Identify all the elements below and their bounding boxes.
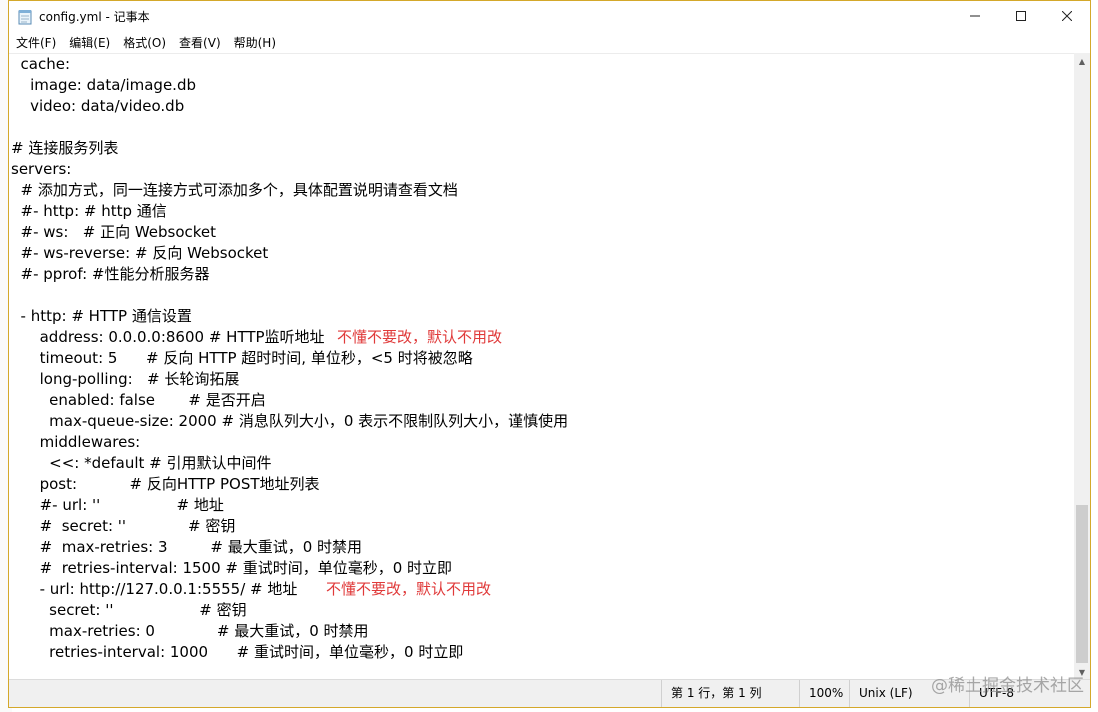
code-line: cache:	[11, 55, 71, 73]
annotation-note: 不懂不要改，默认不用改	[326, 580, 492, 598]
code-line: image: data/image.db	[11, 76, 196, 94]
code-line: #- pprof: #性能分析服务器	[11, 265, 210, 283]
scrollbar-thumb[interactable]	[1076, 505, 1088, 663]
menu-bar: 文件(F) 编辑(E) 格式(O) 查看(V) 帮助(H)	[9, 32, 1090, 52]
text-editor[interactable]: cache: image: data/image.db video: data/…	[9, 53, 1074, 680]
menu-view[interactable]: 查看(V)	[172, 34, 227, 51]
notepad-icon	[18, 9, 32, 25]
annotation-note: 不懂不要改，默认不用改	[337, 328, 503, 346]
code-line: address: 0.0.0.0:8600 # HTTP监听地址	[11, 328, 325, 346]
code-line: video: data/video.db	[11, 97, 185, 115]
menu-edit[interactable]: 编辑(E)	[62, 34, 116, 51]
code-line: long-polling: # 长轮询拓展	[11, 370, 240, 388]
watermark: @稀土掘金技术社区	[931, 676, 1084, 696]
code-line: max-queue-size: 2000 # 消息队列大小，0 表示不限制队列大…	[11, 412, 569, 430]
close-button[interactable]	[1044, 1, 1090, 31]
title-bar: config.yml - 记事本	[9, 1, 1090, 32]
code-line: #- ws-reverse: # 反向 Websocket	[11, 244, 269, 262]
notepad-window: config.yml - 记事本 文件(F) 编辑(E) 格式(O) 查看(V)…	[8, 0, 1091, 708]
maximize-button[interactable]	[998, 1, 1044, 31]
menu-format[interactable]: 格式(O)	[116, 34, 172, 51]
code-line: max-retries: 0 # 最大重试，0 时禁用	[11, 622, 369, 640]
menu-file[interactable]: 文件(F)	[9, 34, 62, 51]
code-line: - http: # HTTP 通信设置	[11, 307, 192, 325]
code-line: # retries-interval: 1500 # 重试时间，单位毫秒，0 时…	[11, 559, 453, 577]
code-line: <<: *default # 引用默认中间件	[11, 454, 272, 472]
window-title: config.yml - 记事本	[39, 10, 150, 24]
code-line: # 添加方式，同一连接方式可添加多个，具体配置说明请查看文档	[11, 181, 458, 199]
window-controls	[952, 1, 1090, 31]
code-line: # secret: '' # 密钥	[11, 517, 236, 535]
code-line: #- url: '' # 地址	[11, 496, 224, 514]
code-line: retries-interval: 1000 # 重试时间，单位毫秒，0 时立即	[11, 643, 464, 661]
code-line: - url: http://127.0.0.1:5555/ # 地址	[11, 580, 298, 598]
code-line: secret: '' # 密钥	[11, 601, 247, 619]
zoom-level: 100%	[799, 680, 849, 707]
maximize-icon	[1016, 11, 1026, 21]
status-bar: 第 1 行，第 1 列 100% Unix (LF) UTF-8	[9, 679, 1090, 707]
scroll-up-arrow-icon[interactable]: ▲	[1074, 53, 1090, 69]
code-line: #- ws: # 正向 Websocket	[11, 223, 217, 241]
code-line: # max-retries: 3 # 最大重试，0 时禁用	[11, 538, 363, 556]
minimize-icon	[970, 15, 980, 17]
menu-help[interactable]: 帮助(H)	[227, 34, 282, 51]
code-line: # 连接服务列表	[11, 139, 119, 157]
code-line: enabled: false # 是否开启	[11, 391, 266, 409]
code-line: middlewares:	[11, 433, 141, 451]
vertical-scrollbar[interactable]: ▲ ▼	[1074, 53, 1090, 680]
code-line: #- http: # http 通信	[11, 202, 167, 220]
code-line: post: # 反向HTTP POST地址列表	[11, 475, 320, 493]
code-line: servers:	[11, 160, 72, 178]
cursor-position: 第 1 行，第 1 列	[661, 680, 801, 707]
close-icon	[1062, 11, 1072, 21]
code-line: timeout: 5 # 反向 HTTP 超时时间, 单位秒，<5 时将被忽略	[11, 349, 473, 367]
minimize-button[interactable]	[952, 1, 998, 31]
